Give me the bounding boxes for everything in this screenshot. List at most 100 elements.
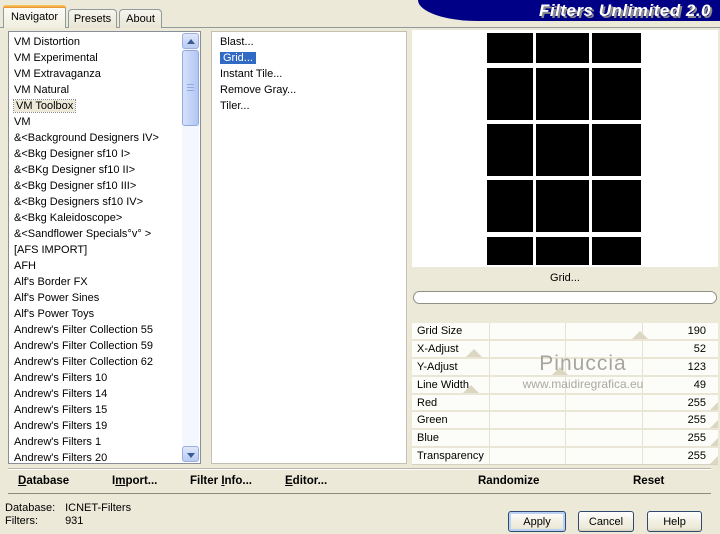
slider-label: Red [417, 396, 438, 409]
apply-button[interactable]: Apply [508, 511, 566, 532]
category-item-label: &<BKg Designer sf10 II> [14, 164, 136, 176]
category-item[interactable]: Andrew's Filter Collection 55 [9, 322, 200, 338]
randomize-button[interactable]: Randomize [478, 470, 539, 493]
preview-grid-cell [536, 33, 589, 63]
slider-label: Line Width [417, 378, 469, 391]
category-item[interactable]: &<Sandflower Specials°v° > [9, 226, 200, 242]
category-item[interactable]: VM Extravaganza [9, 66, 200, 82]
category-item-label: Andrew's Filters 15 [14, 404, 108, 416]
parameter-sliders: Grid Size 190 X-Adjust 52 Y-Adjust 123 Line Wi… [412, 323, 718, 465]
slider-x-adjust[interactable]: X-Adjust 52 [412, 340, 718, 359]
slider-line-width[interactable]: Line Width 49 [412, 376, 718, 395]
filters-unlimited-dialog: Filters Unlimited 2.0 Navigator Presets … [0, 0, 720, 534]
category-item[interactable]: VM Experimental [9, 50, 200, 66]
slider-tick [488, 340, 490, 357]
category-item[interactable]: &<Bkg Kaleidoscope> [9, 210, 200, 226]
slider-thumb[interactable] [710, 420, 718, 429]
scrollbar-thumb[interactable] [182, 50, 199, 126]
slider-value: 255 [687, 450, 706, 463]
category-item[interactable]: Andrew's Filters 10 [9, 370, 200, 386]
import-button[interactable]: Import... [112, 470, 157, 493]
category-item[interactable]: VM Toolbox [9, 98, 200, 114]
slider-red[interactable]: Red 255 [412, 394, 718, 413]
database-button[interactable]: Database [18, 470, 69, 493]
preview-caption: Grid... [550, 272, 580, 284]
help-button[interactable]: Help [647, 511, 702, 532]
slider-tick [565, 412, 566, 429]
category-item-label: VM Toolbox [12, 99, 77, 113]
category-item[interactable]: Andrew's Filter Collection 62 [9, 354, 200, 370]
cancel-button[interactable]: Cancel [578, 511, 634, 532]
category-item-label: &<Bkg Designer sf10 I> [14, 148, 131, 160]
category-item[interactable]: &<Background Designers IV> [9, 130, 200, 146]
category-item[interactable]: VM Distortion [9, 34, 200, 50]
filter-listbox[interactable]: Blast... Grid... Instant Tile... Remove Gra… [211, 31, 407, 464]
slider-label: Grid Size [417, 325, 463, 337]
status-database-label: Database: [5, 502, 56, 514]
category-scrollbar[interactable] [182, 33, 199, 462]
filter-item[interactable]: Blast... [212, 34, 406, 50]
slider-thumb[interactable] [710, 456, 718, 464]
filter-item[interactable]: Instant Tile... [212, 66, 406, 82]
slider-thumb[interactable] [466, 348, 483, 357]
tab-presets[interactable]: Presets [68, 9, 117, 28]
filter-item-label: Grid... [220, 52, 256, 64]
category-listbox[interactable]: VM Distortion VM Experimental VM Extravaga… [8, 31, 201, 464]
tab-about[interactable]: About [119, 9, 162, 28]
filter-info-button[interactable]: Filter Info... [190, 470, 252, 493]
category-items: VM Distortion VM Experimental VM Extravaga… [9, 34, 200, 464]
category-item[interactable]: Alf's Power Sines [9, 290, 200, 306]
slider-y-adjust[interactable]: Y-Adjust 123 [412, 358, 718, 377]
category-item[interactable]: Andrew's Filters 19 [9, 418, 200, 434]
category-item[interactable]: AFH [9, 258, 200, 274]
category-item[interactable]: Andrew's Filters 1 [9, 434, 200, 450]
category-item[interactable]: Andrew's Filters 14 [9, 386, 200, 402]
slider-grid-size[interactable]: Grid Size 190 [412, 323, 718, 341]
tab-label: Navigator [10, 11, 59, 23]
scroll-up-button[interactable] [182, 33, 199, 49]
preview-grid-cell [592, 180, 641, 232]
category-item[interactable]: Andrew's Filter Collection 59 [9, 338, 200, 354]
slider-tick [641, 430, 643, 447]
filter-item[interactable]: Tiler... [212, 98, 406, 114]
category-item[interactable]: VM [9, 114, 200, 130]
category-item-label: &<Bkg Designers sf10 IV> [14, 196, 144, 208]
category-item[interactable]: &<Bkg Designer sf10 III> [9, 178, 200, 194]
slider-value: 255 [687, 414, 706, 427]
preview-grid-cell [592, 237, 641, 265]
category-item[interactable]: Andrew's Filters 20 [9, 450, 200, 464]
slider-thumb[interactable] [710, 402, 718, 411]
category-item[interactable]: &<Bkg Designers sf10 IV> [9, 194, 200, 210]
slider-label: X-Adjust [417, 342, 459, 355]
slider-thumb[interactable] [632, 330, 648, 339]
slider-blue[interactable]: Blue 255 [412, 430, 718, 449]
slider-label: Transparency [417, 450, 484, 463]
category-item[interactable]: [AFS IMPORT] [9, 242, 200, 258]
category-item-label: Andrew's Filter Collection 59 [14, 340, 154, 352]
slider-thumb[interactable] [551, 366, 568, 375]
category-item-label: &<Bkg Kaleidoscope> [14, 212, 123, 224]
slider-transparency[interactable]: Transparency 255 [412, 448, 718, 465]
filter-item[interactable]: Grid... [212, 50, 406, 66]
category-item[interactable]: Alf's Border FX [9, 274, 200, 290]
preview-grid-cell [536, 68, 589, 120]
scroll-down-button[interactable] [182, 446, 199, 462]
category-item[interactable]: &<Bkg Designer sf10 I> [9, 146, 200, 162]
category-item-label: Andrew's Filters 20 [14, 452, 108, 464]
slider-tick [641, 376, 643, 393]
category-item[interactable]: &<BKg Designer sf10 II> [9, 162, 200, 178]
preview-progress-bar [413, 291, 717, 304]
category-item[interactable]: VM Natural [9, 82, 200, 98]
editor-button[interactable]: Editor... [285, 470, 327, 493]
action-bar: Database Import... Filter Info... Editor...… [8, 469, 711, 494]
category-item-label: &<Bkg Designer sf10 III> [14, 180, 137, 192]
slider-green[interactable]: Green 255 [412, 412, 718, 431]
category-item[interactable]: Andrew's Filters 15 [9, 402, 200, 418]
category-item-label: VM Extravaganza [14, 68, 101, 80]
slider-thumb[interactable] [710, 438, 718, 447]
category-item[interactable]: Alf's Power Toys [9, 306, 200, 322]
filter-item[interactable]: Remove Gray... [212, 82, 406, 98]
tab-navigator[interactable]: Navigator [3, 5, 66, 28]
slider-value: 49 [693, 378, 706, 391]
reset-button[interactable]: Reset [633, 470, 664, 493]
